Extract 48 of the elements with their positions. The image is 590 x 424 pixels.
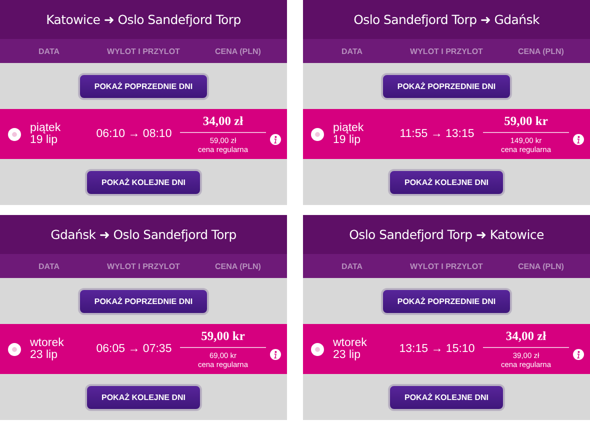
show-next-days-button[interactable]: POKAŻ KOLEJNE DNI bbox=[85, 384, 202, 410]
price: 59,00 kr bbox=[180, 329, 266, 348]
day-label: wtorek bbox=[333, 337, 368, 349]
date-label: 23 lip bbox=[333, 349, 362, 361]
radio-button[interactable] bbox=[311, 342, 324, 356]
date-label: 19 lip bbox=[30, 134, 58, 146]
column-header: WYLOT I PRZYLOT bbox=[106, 46, 181, 56]
flight-times: 06:10 → 08:10 bbox=[95, 128, 173, 140]
day-label: piątek bbox=[333, 122, 365, 134]
flight-times: 06:05 → 07:35 bbox=[95, 343, 173, 355]
column-header: WYLOT I PRZYLOT bbox=[409, 46, 484, 56]
flight-times: 13:15 → 15:10 bbox=[398, 343, 476, 355]
price: 34,00 zł bbox=[483, 329, 569, 348]
info-icon[interactable] bbox=[573, 348, 584, 360]
column-header: DATA bbox=[38, 46, 61, 56]
radio-button[interactable] bbox=[311, 128, 324, 140]
show-next-days-button[interactable]: POKAŻ KOLEJNE DNI bbox=[388, 384, 504, 410]
day-label: piątek bbox=[30, 122, 62, 134]
info-icon[interactable] bbox=[270, 348, 281, 360]
column-header: DATA bbox=[340, 262, 364, 270]
show-previous-days-button[interactable]: POKAŻ POPRZEDNIE DNI bbox=[381, 72, 512, 100]
radio-button[interactable] bbox=[8, 342, 21, 356]
info-icon[interactable] bbox=[573, 134, 584, 144]
column-header: CENA (PLN) bbox=[516, 262, 565, 270]
show-next-days-button[interactable]: POKAŻ KOLEJNE DNI bbox=[388, 168, 504, 196]
column-header: DATA bbox=[340, 46, 364, 56]
day-label: wtorek bbox=[30, 337, 65, 349]
flight-times: 11:55 → 13:15 bbox=[398, 128, 476, 140]
route-title: Gdańsk ➜ Oslo Sandefjord Torp bbox=[0, 215, 287, 254]
route-title: Oslo Sandefjord Torp ➜ Katowice bbox=[303, 215, 590, 254]
radio-button[interactable] bbox=[8, 128, 21, 140]
info-icon[interactable] bbox=[270, 134, 281, 144]
route-title: Oslo Sandefjord Torp ➜ Gdańsk bbox=[303, 0, 590, 39]
show-previous-days-button[interactable]: POKAŻ POPRZEDNIE DNI bbox=[78, 288, 209, 314]
show-previous-days-button[interactable]: POKAŻ POPRZEDNIE DNI bbox=[381, 288, 512, 314]
price: 34,00 zł bbox=[180, 114, 266, 133]
column-header: CENA (PLN) bbox=[214, 262, 262, 270]
column-header: WYLOT I PRZYLOT bbox=[106, 262, 181, 270]
date-label: 23 lip bbox=[30, 349, 58, 361]
show-previous-days-button[interactable]: POKAŻ POPRZEDNIE DNI bbox=[78, 72, 209, 100]
column-header: CENA (PLN) bbox=[516, 46, 565, 56]
column-header: DATA bbox=[38, 262, 61, 270]
column-header: CENA (PLN) bbox=[214, 46, 262, 56]
date-label: 19 lip bbox=[333, 134, 362, 146]
column-header: WYLOT I PRZYLOT bbox=[409, 262, 484, 270]
price: 59,00 kr bbox=[483, 114, 569, 133]
show-next-days-button[interactable]: POKAŻ KOLEJNE DNI bbox=[85, 168, 202, 196]
route-title: Katowice ➜ Oslo Sandefjord Torp bbox=[0, 0, 287, 39]
